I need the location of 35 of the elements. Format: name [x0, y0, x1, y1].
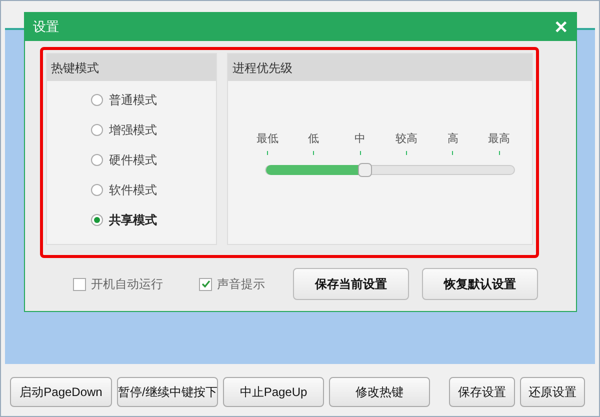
panel-title: 热键模式	[51, 60, 99, 76]
radio-button[interactable]	[91, 184, 103, 196]
slider-thumb[interactable]	[358, 162, 372, 176]
dialog-button[interactable]: 恢复默认设置	[422, 268, 538, 300]
toolbar-button[interactable]: 启动PageDown	[10, 377, 112, 407]
checkbox[interactable]	[199, 278, 212, 290]
toolbar-button[interactable]: 保存设置	[449, 377, 515, 407]
toolbar-button[interactable]: 中止PageUp	[223, 377, 324, 407]
radio-label[interactable]: 共享模式	[109, 211, 157, 229]
radio-button[interactable]	[91, 94, 103, 106]
tick-mark	[406, 150, 407, 154]
radio-label[interactable]: 增强模式	[109, 121, 157, 139]
toolbar-button[interactable]: 修改热键	[329, 377, 430, 407]
radio-button[interactable]	[91, 214, 103, 226]
tick-label: 最低	[256, 132, 278, 147]
tick-label: 中	[354, 132, 366, 147]
checkbox-label[interactable]: 声音提示	[217, 275, 265, 293]
tick-label: 高	[447, 132, 458, 147]
tick-label: 低	[308, 132, 320, 147]
radio-button[interactable]	[91, 154, 103, 166]
toolbar-button[interactable]: 暂停/继续中键按下	[117, 377, 218, 407]
radio-label[interactable]: 普通模式	[109, 91, 157, 109]
tick-mark	[266, 150, 268, 154]
checkbox-label[interactable]: 开机自动运行	[91, 275, 163, 293]
panel-title: 进程优先级	[232, 60, 292, 76]
radio-button[interactable]	[91, 124, 103, 136]
tick-label: 较高	[395, 132, 418, 147]
toolbar-button[interactable]: 还原设置	[520, 377, 585, 407]
tick-mark	[313, 150, 314, 154]
dialog-title: 设置	[33, 18, 59, 36]
tick-label: 最高	[488, 132, 510, 147]
radio-label[interactable]: 软件模式	[109, 181, 157, 199]
radio-label[interactable]: 硬件模式	[109, 151, 157, 169]
dialog-button[interactable]: 保存当前设置	[293, 268, 409, 300]
checkbox[interactable]	[73, 278, 86, 290]
